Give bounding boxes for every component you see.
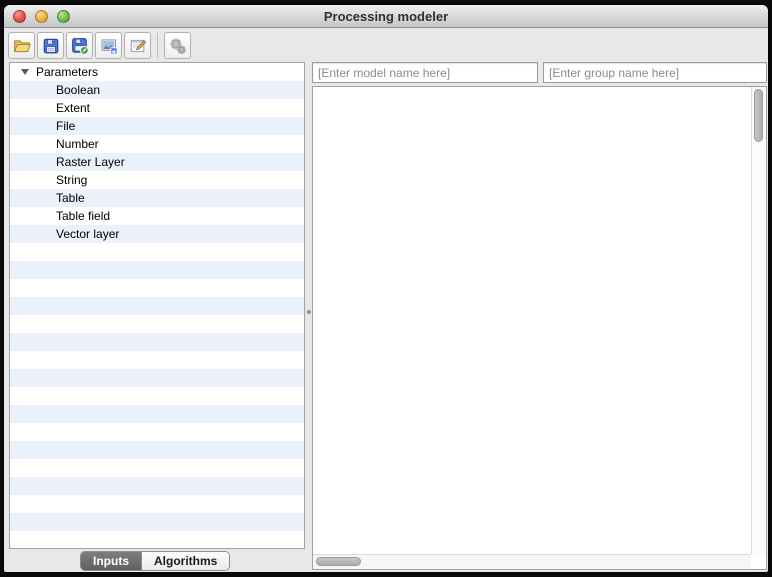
tab-inputs[interactable]: Inputs <box>81 552 142 570</box>
open-model-button[interactable] <box>8 32 35 59</box>
tree-row-table[interactable]: Table <box>10 189 304 207</box>
folder-open-icon <box>13 37 31 55</box>
tree-item-label: Number <box>56 137 99 151</box>
tree-row-vector-layer[interactable]: Vector layer <box>10 225 304 243</box>
tree-row-table-field[interactable]: Table field <box>10 207 304 225</box>
inputs-tree-panel: Parameters Boolean Extent File Number Ra… <box>9 62 305 549</box>
tree-row-boolean[interactable]: Boolean <box>10 81 304 99</box>
sidebar-tabbar: Inputs Algorithms <box>80 551 231 571</box>
group-name-input[interactable] <box>543 62 767 83</box>
edit-model-help-button[interactable] <box>124 32 151 59</box>
close-button[interactable] <box>13 10 26 23</box>
zoom-button[interactable] <box>57 10 70 23</box>
tree-row-extent[interactable]: Extent <box>10 99 304 117</box>
save-model-button[interactable] <box>37 32 64 59</box>
model-canvas[interactable] <box>312 86 767 570</box>
tree-item-label: Extent <box>56 101 91 115</box>
run-model-button[interactable] <box>164 32 191 59</box>
tree-row-raster-layer[interactable]: Raster Layer <box>10 153 304 171</box>
save-model-as-button[interactable] <box>66 32 93 59</box>
disclosure-triangle-icon[interactable] <box>21 69 29 75</box>
tree-item-label: Table <box>56 191 85 205</box>
toolbar <box>4 29 768 62</box>
tree-row-file[interactable]: File <box>10 117 304 135</box>
floppy-save-as-icon <box>71 37 89 55</box>
tree-item-label: Table field <box>56 209 111 223</box>
horizontal-scrollbar[interactable] <box>313 554 751 569</box>
vertical-scrollbar[interactable] <box>751 87 766 554</box>
title-bar[interactable]: Processing modeler <box>4 5 768 28</box>
tab-algorithms[interactable]: Algorithms <box>142 552 230 570</box>
tree-item-label: Vector layer <box>56 227 120 241</box>
tree-item-label: File <box>56 119 76 133</box>
export-as-image-button[interactable] <box>95 32 122 59</box>
tree-root-label: Parameters <box>36 65 99 79</box>
horizontal-scrollbar-thumb[interactable] <box>316 557 361 566</box>
scrollbar-corner <box>751 554 766 569</box>
toolbar-separator <box>157 33 158 58</box>
minimize-button[interactable] <box>35 10 48 23</box>
tree-item-label: Raster Layer <box>56 155 125 169</box>
gears-icon <box>169 37 187 55</box>
window-title: Processing modeler <box>323 9 449 24</box>
tree-row-number[interactable]: Number <box>10 135 304 153</box>
tree-item-label: String <box>56 173 88 187</box>
vertical-scrollbar-thumb[interactable] <box>754 89 763 142</box>
edit-help-icon <box>129 37 147 55</box>
screenshot-root: Processing modeler Parameters Boolean Ex… <box>0 0 772 577</box>
floppy-save-icon <box>42 37 60 55</box>
export-image-icon <box>100 37 118 55</box>
tree-row-parameters[interactable]: Parameters <box>10 63 304 81</box>
tree-row-string[interactable]: String <box>10 171 304 189</box>
model-name-input[interactable] <box>312 62 538 83</box>
processing-modeler-window: Processing modeler Parameters Boolean Ex… <box>4 5 768 572</box>
traffic-lights <box>13 10 70 23</box>
tree-item-label: Boolean <box>56 83 101 97</box>
